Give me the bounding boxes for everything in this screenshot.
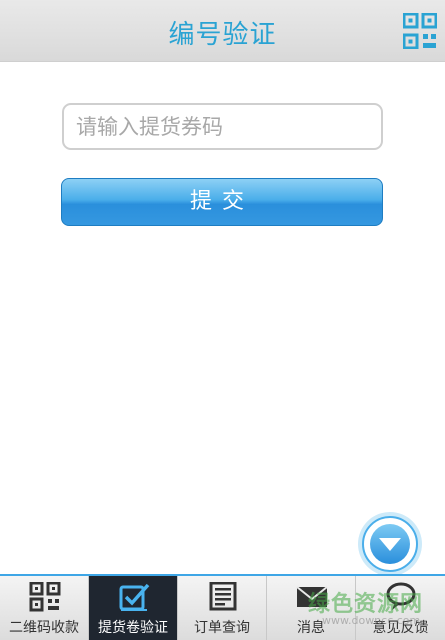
document-list-icon (209, 582, 237, 611)
collapse-menu-button[interactable] (362, 516, 418, 572)
tab-voucher-verify[interactable]: 提货卷验证 (89, 576, 178, 640)
checkbox-icon (119, 583, 150, 611)
tab-label: 二维码收款 (9, 620, 79, 636)
qr-code-icon (29, 582, 61, 612)
tab-label: 订单查询 (194, 620, 250, 636)
qr-scan-button[interactable] (402, 12, 438, 50)
header-bar: 编号验证 (0, 0, 445, 62)
tab-label: 提货卷验证 (98, 620, 168, 636)
submit-button[interactable]: 提交 (61, 178, 383, 226)
tab-order-query[interactable]: 订单查询 (178, 576, 267, 640)
tab-qr-payment[interactable]: 二维码收款 (0, 576, 89, 640)
chevron-down-icon (379, 538, 401, 551)
fab-circle (370, 524, 410, 564)
qr-code-icon (402, 12, 438, 50)
voucher-code-input[interactable] (62, 103, 383, 150)
page-title: 编号验证 (168, 20, 277, 50)
watermark-url: www.downcc.com (322, 614, 421, 627)
